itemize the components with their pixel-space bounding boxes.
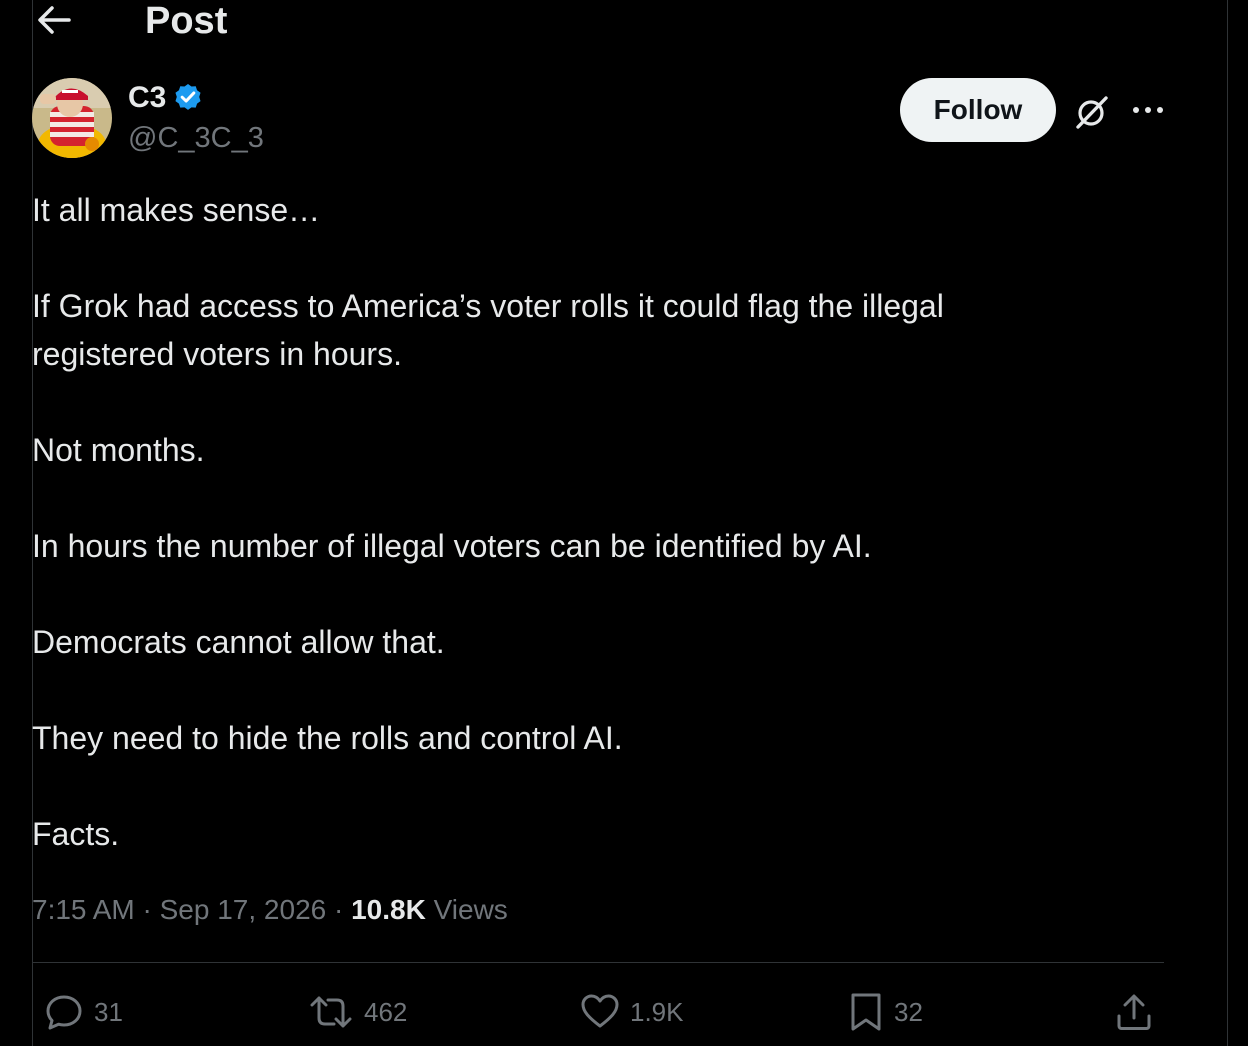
- meta-separator: ·: [134, 894, 160, 925]
- post-paragraph: Not months.: [32, 432, 205, 468]
- views-label: Views: [433, 894, 508, 925]
- display-name: C3: [128, 81, 167, 114]
- page-title: Post: [145, 0, 228, 42]
- post-time[interactable]: 7:15 AM: [32, 894, 135, 925]
- views-count[interactable]: 10.8K: [351, 894, 426, 925]
- post-paragraph: It all makes sense…: [32, 192, 321, 228]
- verified-badge-icon: [175, 84, 201, 110]
- repost-icon: [310, 996, 352, 1028]
- share-icon: [1117, 994, 1151, 1030]
- like-count: 1.9K: [630, 996, 684, 1027]
- post-date[interactable]: Sep 17, 2026: [160, 894, 327, 925]
- divider: [32, 962, 1164, 963]
- author-handle[interactable]: @C_3C_3: [128, 120, 264, 156]
- like-button[interactable]: 1.9K: [580, 990, 684, 1034]
- avatar-image: [32, 78, 112, 158]
- more-dots-icon: [1133, 107, 1163, 113]
- post-paragraph: If Grok had access to America’s voter ro…: [32, 288, 944, 372]
- share-button[interactable]: [1114, 990, 1154, 1034]
- meta-separator: ·: [326, 894, 352, 925]
- heart-icon: [581, 994, 619, 1028]
- post-paragraph: In hours the number of illegal voters ca…: [32, 528, 872, 564]
- arrow-left-icon: [38, 6, 71, 34]
- bookmark-count: 32: [894, 996, 923, 1027]
- repost-count: 462: [364, 996, 408, 1027]
- reply-button[interactable]: 31: [44, 990, 123, 1034]
- bookmark-icon: [851, 993, 881, 1031]
- post-paragraph: Democrats cannot allow that.: [32, 624, 445, 660]
- more-options-button[interactable]: [1126, 90, 1170, 130]
- follow-button[interactable]: Follow: [900, 78, 1056, 142]
- avatar[interactable]: [32, 78, 112, 158]
- reply-count: 31: [94, 996, 123, 1027]
- reply-icon: [46, 995, 82, 1030]
- grok-button[interactable]: [1070, 90, 1114, 134]
- post-meta: 7:15 AM · Sep 17, 2026 · 10.8K Views: [32, 890, 508, 930]
- post-paragraph: They need to hide the rolls and control …: [32, 720, 623, 756]
- post-text: It all makes sense… If Grok had access t…: [32, 186, 1132, 906]
- post-paragraph: Facts.: [32, 816, 120, 852]
- author-name-row[interactable]: C3: [128, 80, 204, 116]
- bookmark-button[interactable]: 32: [848, 990, 923, 1034]
- grok-icon: [1076, 96, 1108, 129]
- back-button[interactable]: [32, 0, 76, 40]
- repost-button[interactable]: 462: [308, 990, 407, 1034]
